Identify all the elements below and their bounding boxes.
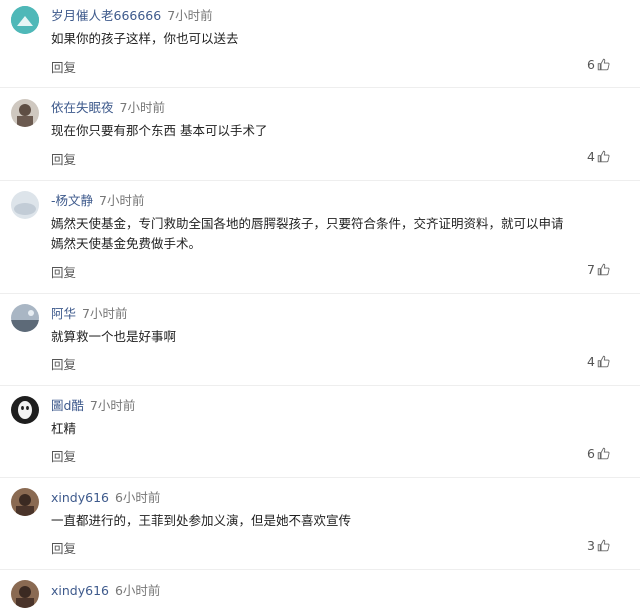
comment-line: 如果你的孩子这样，你也可以送去: [51, 31, 239, 46]
comment-line: 嫣然天使基金，专门救助全国各地的唇腭裂孩子，只要符合条件，交齐证明资料，就可以申…: [51, 216, 564, 231]
timestamp: 7小时前: [99, 193, 145, 208]
avatar-image-icon: [11, 99, 39, 127]
like-button[interactable]: 4: [587, 149, 610, 164]
reply-button[interactable]: 回复: [51, 538, 76, 557]
thumbs-up-icon: [597, 539, 610, 552]
comment-line: 就算救一个也是好事啊: [51, 329, 177, 344]
thumbs-up-icon: [597, 263, 610, 276]
username[interactable]: 依在失眠夜: [51, 100, 114, 115]
comment-line: 嫣然天使基金免费做手术。: [51, 236, 202, 251]
username[interactable]: 阿华: [51, 306, 76, 321]
reply-button[interactable]: 回复: [51, 149, 76, 168]
avatar[interactable]: [11, 580, 39, 608]
comment-line: 现在你只要有那个东西 基本可以手术了: [51, 123, 268, 138]
like-button[interactable]: 4: [587, 354, 610, 369]
timestamp: 7小时前: [119, 100, 165, 115]
timestamp: 6小时前: [114, 583, 161, 598]
comment-text: 就算救一个也是好事啊: [51, 327, 611, 347]
comment-line: 一直都进行的，王菲到处参加义演，但是她不喜欢宣传: [51, 513, 352, 528]
comment-meta: 依在失眠夜 7小时前: [51, 100, 165, 116]
divider: [0, 180, 640, 181]
avatar[interactable]: [11, 396, 39, 424]
like-button[interactable]: 6: [587, 446, 610, 461]
like-button[interactable]: 7: [587, 262, 610, 277]
avatar[interactable]: [11, 191, 39, 219]
username[interactable]: 岁月催人老666666: [51, 8, 161, 23]
like-count: 6: [587, 57, 595, 72]
like-count: 3: [587, 538, 595, 553]
avatar[interactable]: [11, 99, 39, 127]
like-count: 6: [587, 446, 595, 461]
reply-button[interactable]: 回复: [51, 446, 76, 465]
comment-meta: -杨文静 7小时前: [51, 193, 144, 209]
comment-text: 一直都进行的，王菲到处参加义演，但是她不喜欢宣传: [51, 511, 611, 531]
avatar[interactable]: [11, 488, 39, 516]
username[interactable]: 圖d酷: [51, 398, 84, 413]
avatar-image-icon: [11, 396, 39, 424]
like-count: 7: [587, 262, 595, 277]
comment-meta: 岁月催人老666666 7小时前: [51, 8, 213, 24]
thumbs-up-icon: [597, 355, 610, 368]
avatar-image-icon: [11, 304, 39, 332]
divider: [0, 477, 640, 478]
comment-text: 杠精: [51, 419, 611, 439]
like-button[interactable]: 6: [587, 57, 610, 72]
avatar-image-icon: [11, 191, 39, 219]
avatar-image-icon: [11, 6, 39, 34]
comment-meta: 圖d酷 7小时前: [51, 398, 135, 414]
username[interactable]: -杨文静: [51, 193, 93, 208]
avatar-image-icon: [11, 488, 39, 516]
avatar[interactable]: [11, 6, 39, 34]
divider: [0, 87, 640, 88]
like-count: 4: [587, 149, 595, 164]
reply-button[interactable]: 回复: [51, 262, 76, 281]
divider: [0, 293, 640, 294]
timestamp: 7小时前: [89, 398, 136, 413]
timestamp: 7小时前: [82, 306, 128, 321]
reply-button[interactable]: 回复: [51, 354, 76, 373]
comment-text: 现在你只要有那个东西 基本可以手术了: [51, 121, 611, 141]
comment-text: 如果你的孩子这样，你也可以送去: [51, 29, 611, 49]
divider: [0, 385, 640, 386]
comment-meta: 阿华 7小时前: [51, 306, 127, 322]
divider: [0, 569, 640, 570]
comment-meta: xindy616 6小时前: [51, 490, 160, 506]
thumbs-up-icon: [597, 150, 610, 163]
comment-text: 嫣然天使基金，专门救助全国各地的唇腭裂孩子，只要符合条件，交齐证明资料，就可以申…: [51, 214, 611, 254]
thumbs-up-icon: [597, 58, 610, 71]
timestamp: 6小时前: [114, 490, 161, 505]
timestamp: 7小时前: [167, 8, 213, 23]
comment-line: 杠精: [51, 421, 77, 436]
comment-meta: xindy616 6小时前: [51, 583, 160, 599]
reply-button[interactable]: 回复: [51, 57, 76, 76]
username[interactable]: xindy616: [51, 490, 109, 505]
like-button[interactable]: 3: [587, 538, 610, 553]
avatar[interactable]: [11, 304, 39, 332]
like-count: 4: [587, 354, 595, 369]
thumbs-up-icon: [597, 447, 610, 460]
avatar-image-icon: [11, 580, 39, 608]
username[interactable]: xindy616: [51, 583, 109, 598]
